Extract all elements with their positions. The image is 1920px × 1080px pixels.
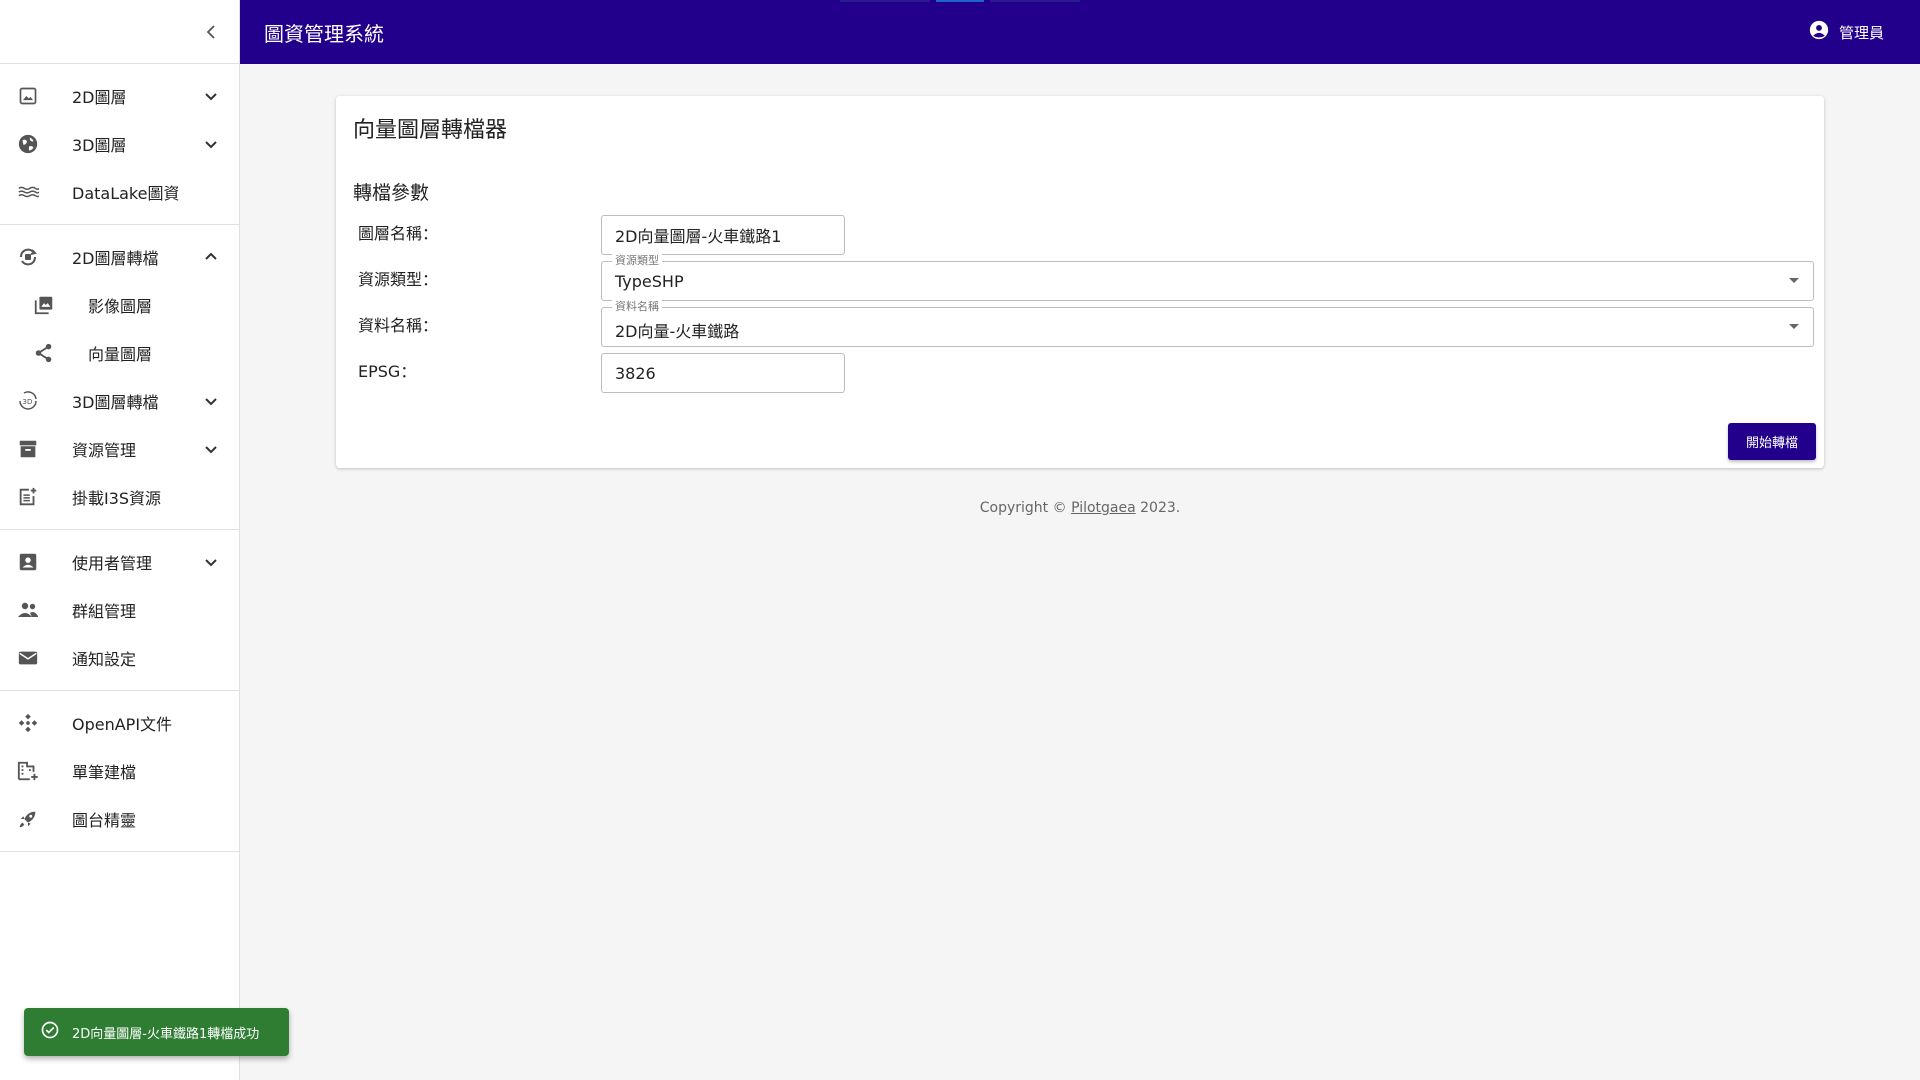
epsg-input[interactable]	[601, 353, 845, 393]
sidebar-item-map-wizard[interactable]: 圖台精靈	[0, 795, 239, 843]
rocket-icon	[16, 807, 40, 831]
header-progress-indicator	[936, 0, 984, 2]
nav-group-users: 使用者管理 群組管理 通知設定	[0, 530, 239, 691]
source-type-label: 資源類型：	[358, 270, 439, 289]
dropdown-arrow-icon	[1789, 324, 1799, 329]
sidebar-item-label: 2D圖層轉檔	[72, 249, 159, 268]
chevron-down-icon	[199, 132, 223, 156]
copyright: Copyright © Pilotgaea 2023.	[240, 500, 1920, 516]
nav-group-conversion: 2D圖層轉檔 影像圖層 向量圖層 3D 3D圖層轉檔 資源管理 掛載I3S資源	[0, 225, 239, 530]
rotate-3d-icon: 3D	[16, 389, 40, 413]
sync-layer-icon	[16, 245, 40, 269]
sidebar-item-notification-settings[interactable]: 通知設定	[0, 634, 239, 682]
copyright-suffix: 2023.	[1135, 500, 1181, 516]
globe-icon	[16, 132, 40, 156]
source-type-legend: 資源類型	[612, 254, 662, 268]
nav-group-layers: 2D圖層 3D圖層 DataLake圖資	[0, 64, 239, 225]
sidebar-item-openapi[interactable]: OpenAPI文件	[0, 699, 239, 747]
user-name: 管理員	[1838, 23, 1884, 42]
epsg-label: EPSG：	[358, 362, 417, 381]
source-type-value: TypeSHP	[615, 272, 684, 291]
sidebar-item-label: 使用者管理	[72, 554, 153, 573]
sidebar-item-image-layer[interactable]: 影像圖層	[0, 281, 239, 329]
chevron-down-icon	[199, 389, 223, 413]
sidebar-item-datalake[interactable]: DataLake圖資	[0, 168, 239, 216]
header-progress-track	[840, 0, 930, 2]
sidebar-item-label: 3D圖層轉檔	[72, 393, 159, 412]
data-name-label: 資料名稱：	[358, 316, 439, 335]
nav-group-tools: OpenAPI文件 單筆建檔 圖台精靈	[0, 691, 239, 852]
image-icon	[16, 84, 40, 108]
header-progress-track	[990, 0, 1080, 2]
sidebar-item-label: 資源管理	[72, 441, 137, 460]
chevron-left-icon[interactable]	[199, 20, 223, 44]
sidebar-item-resource-management[interactable]: 資源管理	[0, 425, 239, 473]
sidebar-item-2d-conversion[interactable]: 2D圖層轉檔	[0, 233, 239, 281]
account-circle-icon	[1809, 20, 1829, 44]
account-box-icon	[16, 550, 40, 574]
data-name-select[interactable]: 資料名稱 2D向量-火車鐵路	[601, 300, 1814, 347]
app-title: 圖資管理系統	[264, 22, 384, 46]
sidebar-item-label: 2D圖層	[72, 88, 127, 107]
start-conversion-button[interactable]: 開始轉檔	[1728, 423, 1816, 460]
sidebar: 2D圖層 3D圖層 DataLake圖資 2D圖層轉檔 影像圖層 向量圖層 3D…	[0, 0, 240, 1080]
sidebar-item-label: 影像圖層	[88, 297, 153, 316]
sidebar-item-3d-layers[interactable]: 3D圖層	[0, 120, 239, 168]
share-nodes-icon	[32, 341, 56, 365]
sidebar-header	[0, 0, 239, 64]
sidebar-item-2d-layers[interactable]: 2D圖層	[0, 72, 239, 120]
page-title: 向量圖層轉檔器	[353, 118, 508, 143]
sidebar-item-mount-i3s[interactable]: 掛載I3S資源	[0, 473, 239, 521]
photo-library-icon	[32, 293, 56, 317]
chevron-up-icon	[199, 245, 223, 269]
api-icon	[16, 711, 40, 735]
archive-icon	[16, 437, 40, 461]
copyright-link[interactable]: Pilotgaea	[1071, 500, 1136, 516]
sidebar-item-label: 3D圖層	[72, 136, 127, 155]
mail-icon	[16, 646, 40, 670]
sidebar-item-vector-layer[interactable]: 向量圖層	[0, 329, 239, 377]
layer-name-input[interactable]	[601, 215, 845, 255]
sidebar-item-group-management[interactable]: 群組管理	[0, 586, 239, 634]
sidebar-item-user-management[interactable]: 使用者管理	[0, 538, 239, 586]
sidebar-item-label: 圖台精靈	[72, 811, 137, 830]
data-name-value: 2D向量-火車鐵路	[615, 322, 740, 341]
sidebar-item-label: OpenAPI文件	[72, 715, 173, 734]
section-title: 轉檔參數	[353, 182, 430, 204]
check-circle-icon	[40, 1020, 60, 1044]
converter-card: 向量圖層轉檔器 轉檔參數 圖層名稱： 資源類型： 資源類型 TypeSHP 資料…	[336, 96, 1824, 468]
success-snackbar: 2D向量圖層-火車鐵路1轉檔成功	[24, 1008, 289, 1056]
sidebar-item-3d-conversion[interactable]: 3D 3D圖層轉檔	[0, 377, 239, 425]
sidebar-item-single-record[interactable]: 單筆建檔	[0, 747, 239, 795]
sidebar-item-label: 群組管理	[72, 602, 137, 621]
chevron-down-icon	[199, 437, 223, 461]
sidebar-item-label: 單筆建檔	[72, 763, 137, 782]
sidebar-item-label: DataLake圖資	[72, 184, 180, 203]
chevron-down-icon	[199, 550, 223, 574]
people-icon	[16, 598, 40, 622]
sidebar-item-label: 通知設定	[72, 650, 137, 669]
waves-icon	[16, 180, 40, 204]
source-type-select[interactable]: 資源類型 TypeSHP	[601, 254, 1814, 301]
snackbar-message: 2D向量圖層-火車鐵路1轉檔成功	[72, 1026, 260, 1042]
post-add-icon	[16, 485, 40, 509]
dropdown-arrow-icon	[1789, 278, 1799, 283]
data-name-legend: 資料名稱	[612, 300, 662, 314]
user-menu-button[interactable]: 管理員	[1809, 20, 1884, 44]
svg-text:3D: 3D	[23, 398, 33, 406]
copyright-prefix: Copyright ©	[979, 500, 1072, 516]
sidebar-item-label: 掛載I3S資源	[72, 489, 162, 508]
domain-add-icon	[16, 759, 40, 783]
app-bar: 圖資管理系統 管理員	[240, 0, 1920, 64]
chevron-down-icon	[199, 84, 223, 108]
layer-name-label: 圖層名稱：	[358, 224, 439, 243]
sidebar-item-label: 向量圖層	[88, 345, 153, 364]
